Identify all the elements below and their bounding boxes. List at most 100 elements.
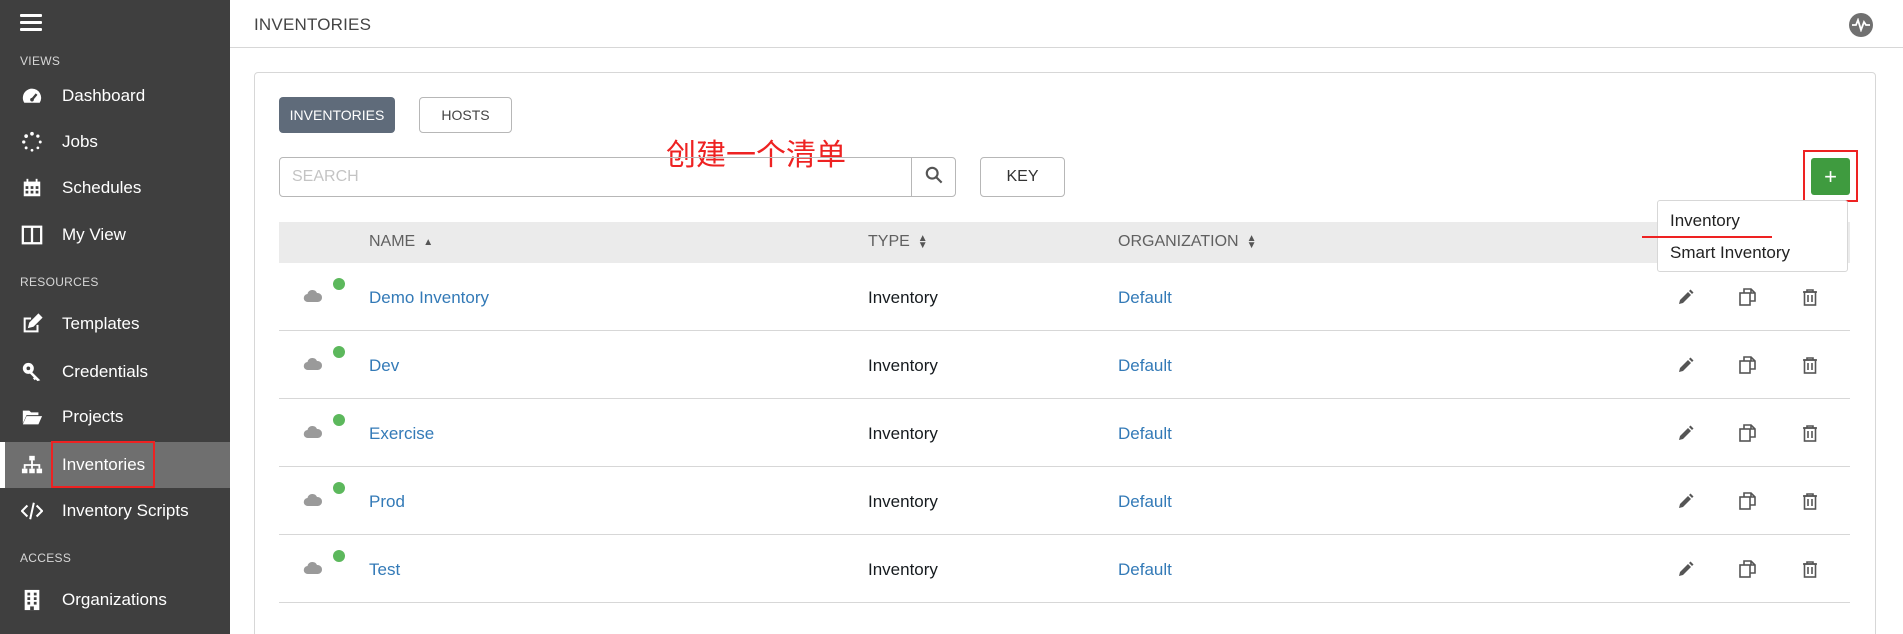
organization-link[interactable]: Default bbox=[1118, 424, 1172, 444]
sort-asc-icon: ▲ bbox=[423, 236, 434, 248]
search-box bbox=[279, 157, 956, 197]
annotation-underline bbox=[1642, 236, 1772, 238]
section-label-views: VIEWS bbox=[20, 54, 61, 68]
inventory-name-link[interactable]: Dev bbox=[369, 356, 399, 376]
organization-link[interactable]: Default bbox=[1118, 288, 1172, 308]
edit-icon[interactable] bbox=[1676, 287, 1696, 307]
edit-icon[interactable] bbox=[1676, 423, 1696, 443]
code-icon bbox=[20, 499, 44, 523]
column-header-name[interactable]: NAME ▲ bbox=[369, 233, 433, 251]
table-header: NAME ▲ TYPE ▲ ▼ ORGANIZATION ▲ ▼ bbox=[279, 222, 1850, 263]
column-header-label: ORGANIZATION bbox=[1118, 233, 1239, 250]
section-label-access: ACCESS bbox=[20, 551, 72, 565]
sidebar-item-inventory-scripts[interactable]: Inventory Scripts bbox=[0, 488, 230, 534]
key-button[interactable]: KEY bbox=[980, 157, 1065, 197]
inventory-type: Inventory bbox=[868, 492, 938, 511]
cloud-icon bbox=[303, 289, 323, 308]
calendar-icon bbox=[20, 176, 44, 200]
table-row: Test Inventory Default bbox=[279, 535, 1850, 603]
sitemap-icon bbox=[20, 453, 44, 477]
sidebar-item-label: Inventory Scripts bbox=[62, 501, 189, 520]
sidebar: VIEWS Dashboard Jobs Schedules My View R… bbox=[0, 0, 230, 634]
delete-icon[interactable] bbox=[1800, 423, 1820, 443]
delete-icon[interactable] bbox=[1800, 491, 1820, 511]
building-icon bbox=[20, 588, 44, 612]
search-button[interactable] bbox=[911, 158, 955, 196]
sort-icon: ▲ ▼ bbox=[917, 233, 928, 251]
sidebar-item-label: Templates bbox=[62, 314, 140, 333]
sidebar-item-label: Dashboard bbox=[62, 86, 146, 105]
column-header-label: TYPE bbox=[868, 233, 910, 250]
copy-icon[interactable] bbox=[1738, 491, 1758, 511]
cloud-icon bbox=[303, 357, 323, 376]
edit-icon bbox=[20, 312, 44, 336]
top-bar: INVENTORIES bbox=[230, 0, 1903, 48]
sidebar-item-label: My View bbox=[62, 225, 126, 244]
key-icon bbox=[20, 360, 44, 384]
sidebar-item-jobs[interactable]: Jobs bbox=[0, 119, 230, 165]
sidebar-item-dashboard[interactable]: Dashboard bbox=[0, 73, 230, 119]
status-dot bbox=[333, 346, 345, 358]
status-dot bbox=[333, 414, 345, 426]
column-header-organization[interactable]: ORGANIZATION ▲ ▼ bbox=[1118, 233, 1257, 251]
copy-icon[interactable] bbox=[1738, 287, 1758, 307]
inventory-name-link[interactable]: Demo Inventory bbox=[369, 288, 489, 308]
copy-icon[interactable] bbox=[1738, 559, 1758, 579]
dashboard-icon bbox=[20, 84, 44, 108]
inventory-type: Inventory bbox=[868, 288, 938, 307]
activity-stream-icon[interactable] bbox=[1849, 13, 1873, 37]
sidebar-item-projects[interactable]: Projects bbox=[0, 394, 230, 440]
edit-icon[interactable] bbox=[1676, 491, 1696, 511]
dropdown-option-inventory[interactable]: Inventory bbox=[1670, 211, 1740, 231]
spinner-icon bbox=[20, 130, 44, 154]
organization-link[interactable]: Default bbox=[1118, 492, 1172, 512]
organization-link[interactable]: Default bbox=[1118, 356, 1172, 376]
cloud-icon bbox=[303, 561, 323, 580]
status-dot bbox=[333, 278, 345, 290]
inventory-type: Inventory bbox=[868, 560, 938, 579]
table-row: Dev Inventory Default bbox=[279, 331, 1850, 399]
cloud-icon bbox=[303, 493, 323, 512]
columns-icon bbox=[20, 223, 44, 247]
folder-open-icon bbox=[20, 405, 44, 429]
column-header-label: NAME bbox=[369, 233, 416, 250]
delete-icon[interactable] bbox=[1800, 355, 1820, 375]
search-input[interactable] bbox=[280, 158, 913, 196]
inventory-type: Inventory bbox=[868, 356, 938, 375]
sidebar-item-schedules[interactable]: Schedules bbox=[0, 165, 230, 211]
inventory-name-link[interactable]: Prod bbox=[369, 492, 405, 512]
edit-icon[interactable] bbox=[1676, 559, 1696, 579]
status-dot bbox=[333, 550, 345, 562]
dropdown-option-smart-inventory[interactable]: Smart Inventory bbox=[1670, 243, 1790, 263]
sidebar-item-label: Schedules bbox=[62, 178, 142, 197]
delete-icon[interactable] bbox=[1800, 559, 1820, 579]
table-row: Exercise Inventory Default bbox=[279, 399, 1850, 467]
add-button[interactable]: + bbox=[1811, 158, 1850, 195]
delete-icon[interactable] bbox=[1800, 287, 1820, 307]
inventory-name-link[interactable]: Exercise bbox=[369, 424, 434, 444]
sidebar-item-label: Jobs bbox=[62, 132, 98, 151]
edit-icon[interactable] bbox=[1676, 355, 1696, 375]
sidebar-item-label: Projects bbox=[62, 407, 124, 426]
sidebar-item-credentials[interactable]: Credentials bbox=[0, 349, 230, 395]
search-icon bbox=[925, 166, 943, 189]
table-row: Demo Inventory Inventory Default bbox=[279, 263, 1850, 331]
tab-inventories[interactable]: INVENTORIES bbox=[279, 97, 395, 133]
sidebar-item-my-view[interactable]: My View bbox=[0, 212, 230, 258]
inventory-name-link[interactable]: Test bbox=[369, 560, 400, 580]
section-label-resources: RESOURCES bbox=[20, 275, 99, 289]
menu-toggle-icon[interactable] bbox=[20, 14, 42, 32]
sidebar-item-inventories[interactable]: Inventories bbox=[0, 442, 230, 488]
table-row: Prod Inventory Default bbox=[279, 467, 1850, 535]
copy-icon[interactable] bbox=[1738, 355, 1758, 375]
sidebar-item-templates[interactable]: Templates bbox=[0, 301, 230, 347]
copy-icon[interactable] bbox=[1738, 423, 1758, 443]
sidebar-item-label: Credentials bbox=[62, 362, 148, 381]
sidebar-item-label: Inventories bbox=[62, 455, 146, 474]
sidebar-item-organizations[interactable]: Organizations bbox=[0, 577, 230, 623]
organization-link[interactable]: Default bbox=[1118, 560, 1172, 580]
column-header-type[interactable]: TYPE ▲ ▼ bbox=[868, 233, 928, 251]
status-dot bbox=[333, 482, 345, 494]
sidebar-item-label: Organizations bbox=[62, 590, 167, 609]
tab-hosts[interactable]: HOSTS bbox=[419, 97, 512, 133]
